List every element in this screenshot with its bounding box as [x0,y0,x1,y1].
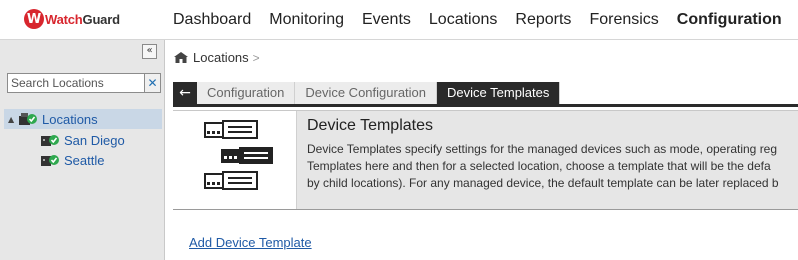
tab-configuration[interactable]: Configuration [197,82,296,104]
tab-device-templates[interactable]: Device Templates [437,82,561,104]
nav-dashboard[interactable]: Dashboard [164,0,260,39]
breadcrumb-separator: > [252,50,260,65]
device-templates-info-panel: Device Templates Device Templates specif… [173,110,798,210]
nav-monitoring[interactable]: Monitoring [260,0,353,39]
tab-device-configuration[interactable]: Device Configuration [295,82,438,104]
breadcrumb-locations[interactable]: Locations [193,50,249,65]
back-button[interactable]: ← [173,82,197,104]
location-status-icon [41,155,59,166]
location-status-icon [41,135,59,146]
top-header: W WatchGuard Dashboard Monitoring Events… [0,0,798,40]
tree-item-label: Seattle [64,152,105,168]
info-description-line: Device Templates specify settings for th… [307,142,778,156]
main-nav: Dashboard Monitoring Events Locations Re… [164,0,791,39]
device-templates-icon [204,120,273,190]
search-locations-input[interactable] [7,73,145,93]
tree-item-label: San Diego [64,132,125,148]
tree-expand-toggle[interactable]: ▲ [4,115,18,124]
logo-text: WatchGuard [45,11,120,27]
nav-configuration[interactable]: Configuration [667,0,791,39]
info-description-line: Templates here and then for a selected l… [307,159,771,173]
location-sidebar: « ✕ ▲ Locations San Diego Seattle [0,40,165,260]
home-icon [174,52,188,63]
clear-search-button[interactable]: ✕ [145,73,161,93]
location-folder-icon [19,113,37,125]
breadcrumb: Locations > [173,50,260,65]
tree-item-label: Locations [42,111,98,127]
nav-forensics[interactable]: Forensics [580,0,667,39]
add-device-template-link[interactable]: Add Device Template [189,235,312,250]
main-content: Locations > ← Configuration Device Confi… [165,40,798,260]
tree-item-seattle[interactable]: Seattle [40,151,104,169]
info-text-cell: Device Templates Device Templates specif… [297,111,798,209]
collapse-sidebar-button[interactable]: « [142,44,157,59]
watchguard-logo[interactable]: W WatchGuard [24,9,120,29]
nav-events[interactable]: Events [353,0,420,39]
info-illustration-cell [173,111,297,209]
info-title: Device Templates [307,117,433,134]
tree-item-san-diego[interactable]: San Diego [40,131,125,149]
nav-reports[interactable]: Reports [506,0,580,39]
logo-badge: W [24,9,44,29]
info-description-line: by child locations). For any managed dev… [307,176,779,190]
nav-locations[interactable]: Locations [420,0,507,39]
config-tabs: ← Configuration Device Configuration Dev… [173,82,798,107]
tree-item-locations[interactable]: ▲ Locations [4,109,162,129]
